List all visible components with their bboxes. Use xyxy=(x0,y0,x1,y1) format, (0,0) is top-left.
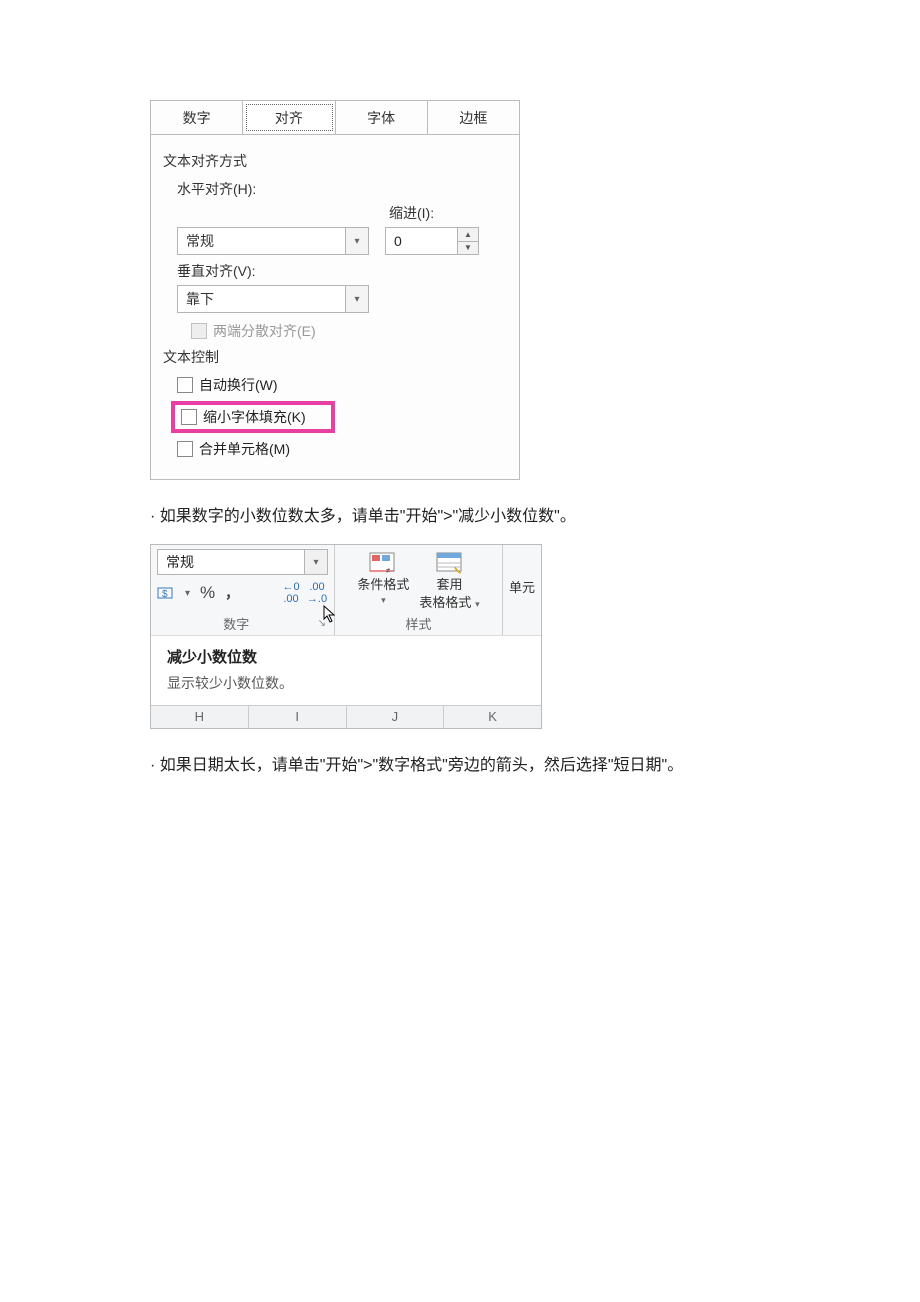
svg-text:≠: ≠ xyxy=(386,566,391,575)
chevron-down-icon[interactable]: ▾ xyxy=(345,286,368,312)
spinner-up-icon[interactable]: ▲ xyxy=(458,228,478,242)
indent-value: 0 xyxy=(386,228,457,254)
instruction-line-1: · 如果数字的小数位数太多，请单击"开始">"减少小数位数"。 xyxy=(150,502,780,526)
tab-font[interactable]: 字体 xyxy=(336,101,428,134)
horizontal-align-label: 水平对齐(H): xyxy=(177,179,507,199)
column-header[interactable]: J xyxy=(347,706,445,728)
decrease-decimal-button[interactable]: .00→.0 xyxy=(306,581,328,605)
dialog-tabs: 数字 对齐 字体 边框 xyxy=(151,101,519,135)
format-as-table-button[interactable]: 套用 表格格式 ▾ xyxy=(419,549,479,610)
ribbon-group-number: 常规 ▾ $ ▾ % ， ←0.00 .00→.0 xyxy=(151,545,335,635)
horizontal-align-value: 常规 xyxy=(178,228,345,254)
tab-border[interactable]: 边框 xyxy=(428,101,519,134)
column-header[interactable]: H xyxy=(151,706,249,728)
distributed-label: 两端分散对齐(E) xyxy=(213,321,316,341)
merge-cells-label: 合并单元格(M) xyxy=(199,439,290,459)
wrap-text-checkbox[interactable] xyxy=(177,377,193,393)
format-as-table-label-l2: 表格格式 xyxy=(419,595,471,610)
shrink-to-fit-label: 缩小字体填充(K) xyxy=(203,407,306,427)
number-format-value: 常规 xyxy=(158,550,304,574)
wrap-text-label: 自动换行(W) xyxy=(199,375,278,395)
tab-alignment[interactable]: 对齐 xyxy=(243,101,335,134)
column-header[interactable]: I xyxy=(249,706,347,728)
number-format-select[interactable]: 常规 ▾ xyxy=(157,549,328,575)
increase-decimal-button[interactable]: ←0.00 xyxy=(280,581,302,605)
ribbon-snippet: 常规 ▾ $ ▾ % ， ←0.00 .00→.0 xyxy=(150,544,542,729)
group-number-label: 数字 xyxy=(157,614,316,633)
group-styles-label: 样式 xyxy=(341,614,496,633)
conditional-formatting-button[interactable]: ≠ 条件格式 ▾ xyxy=(357,549,409,610)
ribbon-group-cells: 单元 xyxy=(503,545,541,635)
currency-button[interactable]: $ xyxy=(157,585,175,601)
column-headers: H I J K xyxy=(151,705,541,728)
distributed-checkbox xyxy=(191,323,207,339)
chevron-down-icon[interactable]: ▾ xyxy=(185,588,190,599)
cells-label: 单元 xyxy=(509,577,535,596)
dialog-launcher-icon[interactable]: ↘ xyxy=(316,618,328,629)
percent-button[interactable]: % xyxy=(200,583,215,603)
merge-cells-checkbox[interactable] xyxy=(177,441,193,457)
chevron-down-icon[interactable]: ▾ xyxy=(345,228,368,254)
conditional-formatting-icon: ≠ xyxy=(368,551,398,575)
vertical-align-select[interactable]: 靠下 ▾ xyxy=(177,285,369,313)
chevron-down-icon[interactable]: ▾ xyxy=(381,595,386,606)
svg-text:$: $ xyxy=(162,589,168,600)
comma-button[interactable]: ， xyxy=(225,583,239,603)
indent-spinner[interactable]: 0 ▲ ▼ xyxy=(385,227,479,255)
chevron-down-icon[interactable]: ▾ xyxy=(475,599,480,609)
format-cells-dialog: 数字 对齐 字体 边框 文本对齐方式 水平对齐(H): 常规 ▾ 缩进(I): … xyxy=(150,100,520,480)
spinner-down-icon[interactable]: ▼ xyxy=(458,242,478,255)
conditional-formatting-label: 条件格式 xyxy=(357,577,409,593)
vertical-align-label: 垂直对齐(V): xyxy=(177,261,507,281)
tooltip-description: 显示较少小数位数。 xyxy=(167,673,525,693)
shrink-to-fit-highlight: 缩小字体填充(K) xyxy=(171,401,335,433)
section-textctrl-label: 文本控制 xyxy=(163,347,507,367)
tab-number[interactable]: 数字 xyxy=(151,101,243,134)
decrease-decimal-tooltip: 减少小数位数 显示较少小数位数。 xyxy=(151,635,541,705)
indent-label: 缩进(I): xyxy=(389,203,479,223)
section-alignment-label: 文本对齐方式 xyxy=(163,151,507,171)
instruction-line-2: · 如果日期太长，请单击"开始">"数字格式"旁边的箭头，然后选择"短日期"。 xyxy=(150,751,780,775)
tooltip-title: 减少小数位数 xyxy=(167,646,525,667)
format-as-table-label-l1: 套用 xyxy=(437,577,463,593)
vertical-align-value: 靠下 xyxy=(178,286,345,312)
column-header[interactable]: K xyxy=(444,706,541,728)
ribbon-group-styles: ≠ 条件格式 ▾ xyxy=(335,545,503,635)
format-as-table-icon xyxy=(435,551,465,575)
horizontal-align-select[interactable]: 常规 ▾ xyxy=(177,227,369,255)
chevron-down-icon[interactable]: ▾ xyxy=(304,550,327,574)
shrink-to-fit-checkbox[interactable] xyxy=(181,409,197,425)
